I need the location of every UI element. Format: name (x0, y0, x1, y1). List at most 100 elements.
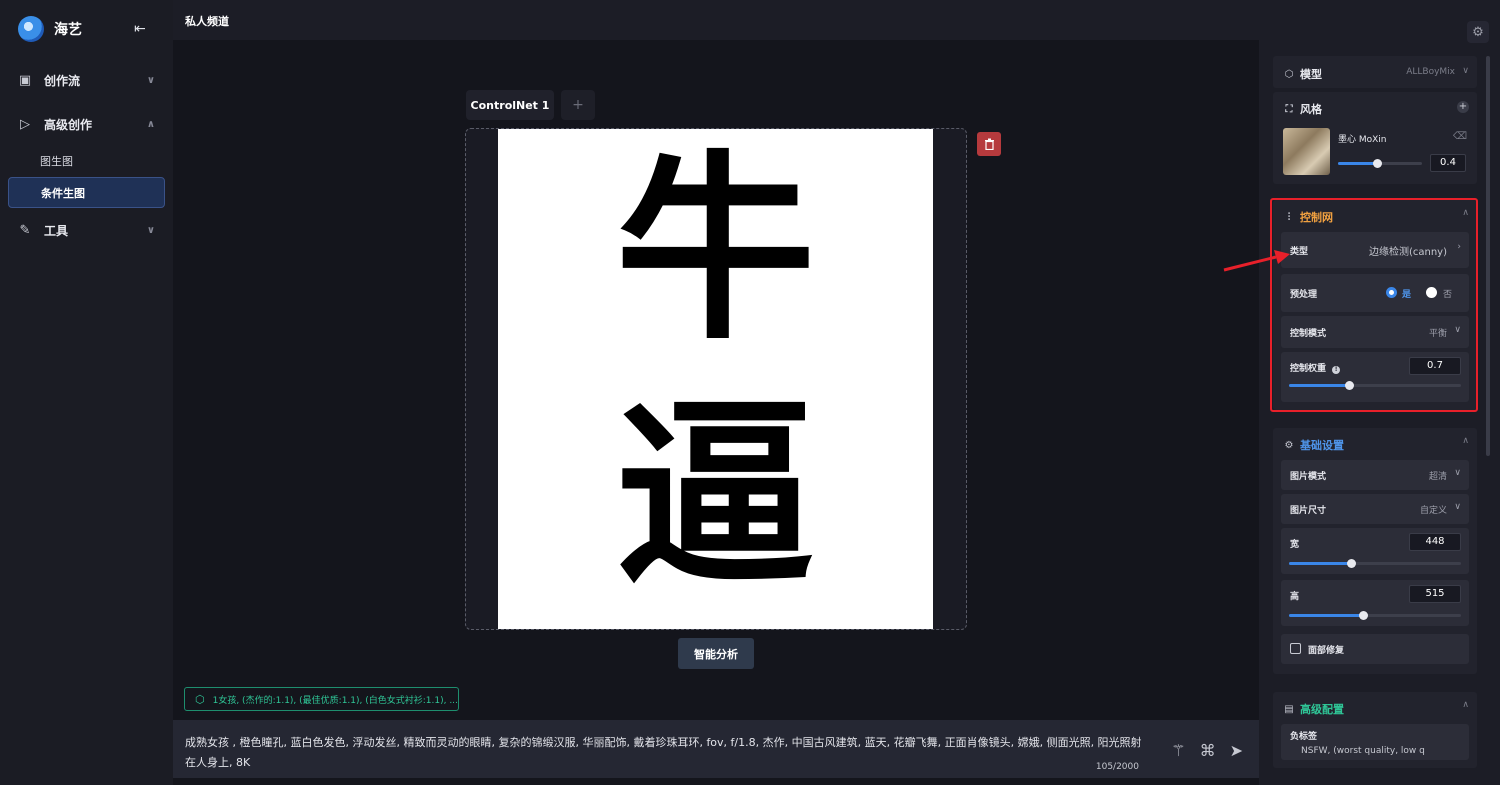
chevron-up-icon: ∧ (146, 118, 155, 130)
sidebar-item-label: 工具 (44, 223, 69, 238)
chevron-down-icon: ∨ (1454, 468, 1461, 478)
prompt-actions: ⚚ ⌘ ➤ (1171, 741, 1243, 760)
width-input[interactable]: 448 (1409, 533, 1461, 551)
trash-icon[interactable]: ⌫ (1453, 131, 1467, 142)
magic-wand-icon[interactable]: ⚚ (1171, 741, 1185, 760)
width-fill (1289, 562, 1351, 565)
width-knob[interactable] (1346, 559, 1356, 568)
image-icon: ▣ (18, 72, 32, 88)
style-card: ⛶ 风格 + 墨心 MoXin ⌫ 0.4 (1273, 92, 1477, 184)
basic-settings-card: ⚙ 基础设置 ∧ 图片模式 超清 ∨ 图片尺寸 自定义 ∨ 宽 448 高 51… (1273, 428, 1477, 674)
sidebar-item-advanced[interactable]: ▷ 高级创作 ∧ (16, 112, 161, 136)
chevron-down-icon: ∨ (1462, 66, 1469, 76)
prompt-input[interactable]: 成熟女孩 , 橙色瞳孔, 蓝白色发色, 浮动发丝, 精致而灵动的眼睛, 复杂的锦… (173, 720, 1259, 778)
document-icon: ▤ (1284, 703, 1294, 715)
prompt-tag-chip[interactable]: ⬡ 1女孩, (杰作的:1.1), (最佳优质:1.1), (白色女式衬衫:1.… (184, 687, 459, 711)
style-label: 风格 (1300, 103, 1322, 116)
face-fix-row[interactable]: 面部修复 (1281, 634, 1469, 664)
highlight-box (1270, 198, 1478, 412)
sidebar-item-tools[interactable]: ✎ 工具 ∨ (16, 218, 161, 242)
width-row: 宽 448 (1281, 528, 1469, 574)
translate-icon[interactable]: ⌘ (1200, 741, 1216, 760)
width-slider[interactable] (1289, 559, 1461, 568)
image-mode-row[interactable]: 图片模式 超清 ∨ (1281, 460, 1469, 490)
style-title: ⛶ 风格 (1282, 101, 1323, 117)
image-size-label: 图片尺寸 (1290, 506, 1327, 516)
cube-icon: ⬡ (1284, 68, 1294, 80)
model-label: 模型 (1300, 68, 1322, 81)
sidebar-subitem-label: 条件生图 (41, 186, 85, 200)
style-weight-knob[interactable] (1372, 159, 1382, 168)
gear-icon[interactable]: ⚙ (1467, 21, 1489, 43)
negative-prompt-row[interactable]: 负标签 NSFW, (worst quality, low q (1281, 724, 1469, 760)
height-knob[interactable] (1358, 611, 1368, 620)
chevron-down-icon: ∨ (146, 224, 155, 236)
sidebar-item-label: 创作流 (44, 73, 81, 88)
cube-icon: ⬡ (195, 692, 205, 706)
panel-scrollbar[interactable] (1486, 56, 1490, 456)
model-title: ⬡ 模型 (1282, 66, 1322, 82)
sidebar-subitem-label: 图生图 (40, 154, 73, 168)
height-row: 高 515 (1281, 580, 1469, 626)
tab-controlnet-1[interactable]: ControlNet 1 (466, 90, 554, 120)
annotation-arrow-icon (1223, 250, 1290, 272)
height-input[interactable]: 515 (1409, 585, 1461, 603)
basic-settings-label: 基础设置 (1300, 439, 1344, 452)
height-fill (1289, 614, 1363, 617)
gear-icon: ⚙ (1284, 439, 1294, 451)
expand-icon: ⛶ (1285, 103, 1293, 115)
height-slider[interactable] (1289, 611, 1461, 620)
sidebar: 海艺 ⇤ ▣ 创作流 ∨ ▷ 高级创作 ∧ 图生图 条件生图 ✎ 工具 ∨ (0, 0, 173, 785)
sidebar-item-workflow[interactable]: ▣ 创作流 ∨ (16, 68, 161, 92)
play-icon: ▷ (20, 116, 30, 132)
control-image: 牛 逼 (498, 129, 933, 629)
sidebar-subitem-conditional[interactable]: 条件生图 (8, 177, 165, 208)
topbar: 私人频道 (173, 0, 1259, 40)
chevron-down-icon: ∨ (1454, 502, 1461, 512)
negative-label: 负标签 (1290, 732, 1318, 742)
model-card[interactable]: ⬡ 模型 ALLBoyMix ∨ (1273, 56, 1477, 88)
chevron-down-icon: ∨ (146, 74, 155, 86)
wrench-icon: ✎ (19, 222, 31, 238)
brand[interactable]: 海艺 (18, 16, 82, 42)
tag-chip-text: 1女孩, (杰作的:1.1), (最佳优质:1.1), (白色女式衬衫:1.1)… (212, 695, 458, 706)
char-counter: 105/2000 (1095, 762, 1139, 772)
advanced-title: ▤ 高级配置 (1282, 701, 1344, 717)
style-item-name: 墨心 MoXin (1338, 135, 1387, 145)
advanced-card: ▤ 高级配置 ∧ 负标签 NSFW, (worst quality, low q (1273, 692, 1477, 768)
image-glyph-bottom: 逼 (615, 380, 816, 613)
image-mode-label: 图片模式 (1290, 472, 1327, 482)
width-label: 宽 (1290, 540, 1300, 550)
send-icon[interactable]: ➤ (1230, 741, 1243, 760)
style-weight-fill (1338, 162, 1377, 165)
add-style-icon[interactable]: + (1457, 101, 1469, 113)
advanced-label: 高级配置 (1300, 703, 1344, 716)
style-thumbnail[interactable] (1283, 128, 1330, 175)
main-workspace: ControlNet 1 + 牛 逼 智能分析 ⬡ 1女孩, (杰作的:1.1)… (173, 40, 1259, 785)
prompt-text[interactable]: 成熟女孩 , 橙色瞳孔, 蓝白色发色, 浮动发丝, 精致而灵动的眼睛, 复杂的锦… (185, 733, 1145, 773)
image-mode-value: 超清 (1428, 472, 1447, 482)
face-fix-label: 面部修复 (1308, 646, 1345, 656)
image-size-row[interactable]: 图片尺寸 自定义 ∨ (1281, 494, 1469, 524)
style-weight-slider[interactable] (1338, 159, 1422, 168)
sidebar-item-label: 高级创作 (44, 117, 93, 132)
model-value: ALLBoyMix (1406, 67, 1455, 77)
trash-icon (984, 138, 994, 150)
basic-settings-title: ⚙ 基础设置 (1282, 437, 1344, 453)
face-fix-checkbox[interactable] (1290, 643, 1301, 654)
chevron-up-icon[interactable]: ∧ (1462, 700, 1469, 710)
height-label: 高 (1290, 592, 1300, 602)
negative-preview[interactable]: NSFW, (worst quality, low q (1301, 746, 1461, 756)
image-size-value: 自定义 (1419, 506, 1447, 516)
smart-analyze-button[interactable]: 智能分析 (678, 638, 754, 669)
delete-image-button[interactable] (977, 132, 1001, 156)
add-controlnet-button[interactable]: + (561, 90, 595, 120)
style-weight-input[interactable]: 0.4 (1430, 154, 1466, 172)
brand-name: 海艺 (54, 22, 82, 38)
page-title: 私人频道 (185, 15, 229, 28)
image-glyph-top: 牛 (615, 134, 816, 367)
collapse-sidebar-icon[interactable]: ⇤ (134, 21, 146, 37)
sidebar-subitem-img2img[interactable]: 图生图 (8, 145, 165, 176)
chevron-up-icon[interactable]: ∧ (1462, 436, 1469, 446)
logo-icon (18, 16, 44, 42)
